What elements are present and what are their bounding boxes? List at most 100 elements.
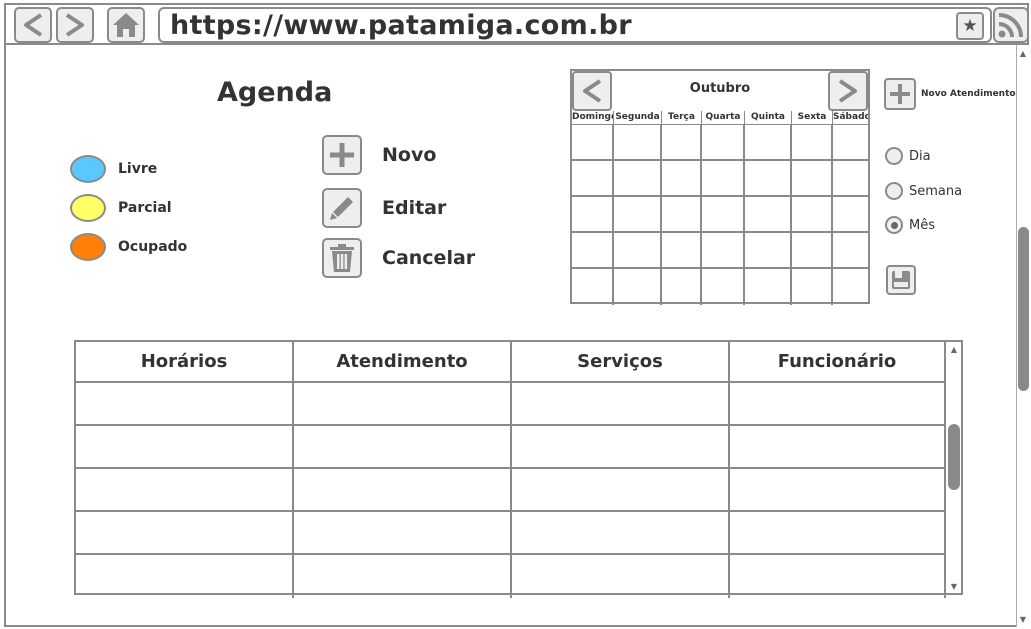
calendar-day-cell[interactable] [662, 161, 702, 195]
table-cell[interactable] [76, 383, 294, 424]
calendar-day-cell[interactable] [792, 197, 833, 231]
calendar-day-cell[interactable] [572, 161, 614, 195]
calendar-day-cell[interactable] [662, 197, 702, 231]
table-cell[interactable] [512, 426, 730, 467]
plus-icon[interactable] [322, 135, 362, 175]
table-row[interactable] [76, 426, 946, 469]
new-appointment-button[interactable]: Novo Atendimento [884, 78, 1016, 110]
plus-icon[interactable] [884, 78, 916, 110]
trash-icon[interactable] [322, 238, 362, 278]
table-row[interactable] [76, 469, 946, 512]
edit-button[interactable]: Editar [322, 188, 446, 228]
table-cell[interactable] [512, 383, 730, 424]
calendar-day-cell[interactable] [614, 161, 662, 195]
calendar-day-cell[interactable] [614, 269, 662, 305]
calendar-day-cell[interactable] [614, 197, 662, 231]
table-cell[interactable] [730, 383, 946, 424]
new-label[interactable]: Novo [382, 144, 436, 166]
calendar-day-cell[interactable] [833, 233, 868, 267]
table-cell[interactable] [730, 469, 946, 510]
page-scrollbar[interactable]: ▲ ▼ [1016, 45, 1029, 627]
address-bar[interactable]: https://www.patamiga.com.br ★ [158, 7, 992, 43]
calendar-day-cell[interactable] [702, 125, 745, 159]
table-cell[interactable] [76, 555, 294, 598]
calendar-day-cell[interactable] [702, 233, 745, 267]
table-cell[interactable] [294, 426, 512, 467]
new-button[interactable]: Novo [322, 135, 436, 175]
table-scrollbar-thumb[interactable] [948, 424, 960, 490]
table-scrollbar[interactable]: ▲ ▼ [947, 342, 961, 593]
page-scrollbar-thumb[interactable] [1018, 227, 1029, 391]
calendar-day-cell[interactable] [833, 125, 868, 159]
table-cell[interactable] [730, 512, 946, 553]
calendar-day-cell[interactable] [745, 125, 792, 159]
column-header[interactable]: Horários [76, 342, 294, 381]
table-cell[interactable] [294, 555, 512, 598]
cancel-button[interactable]: Cancelar [322, 238, 475, 278]
table-cell[interactable] [512, 469, 730, 510]
scroll-up-icon[interactable]: ▲ [948, 343, 960, 355]
rss-button[interactable] [993, 7, 1029, 43]
table-cell[interactable] [294, 383, 512, 424]
radio-label[interactable]: Semana [909, 184, 962, 199]
table-cell[interactable] [512, 555, 730, 598]
column-header[interactable]: Serviços [512, 342, 730, 381]
calendar-day-cell[interactable] [745, 233, 792, 267]
calendar-day-cell[interactable] [792, 161, 833, 195]
calendar-day-cell[interactable] [745, 161, 792, 195]
view-option-mes[interactable]: Mês [885, 215, 935, 235]
table-cell[interactable] [76, 426, 294, 467]
scroll-up-icon[interactable]: ▲ [1017, 47, 1029, 59]
scroll-down-icon[interactable]: ▼ [1017, 613, 1029, 625]
calendar-day-cell[interactable] [833, 197, 868, 231]
table-row[interactable] [76, 383, 946, 426]
table-cell[interactable] [730, 426, 946, 467]
table-cell[interactable] [76, 469, 294, 510]
calendar-day-cell[interactable] [662, 269, 702, 305]
calendar-day-cell[interactable] [662, 125, 702, 159]
view-option-dia[interactable]: Dia [885, 146, 931, 166]
calendar-day-cell[interactable] [614, 233, 662, 267]
calendar-day-cell[interactable] [662, 233, 702, 267]
calendar-day-cell[interactable] [745, 197, 792, 231]
bookmark-button[interactable]: ★ [956, 12, 984, 40]
calendar-day-cell[interactable] [572, 269, 614, 305]
column-header[interactable]: Atendimento [294, 342, 512, 381]
calendar-day-cell[interactable] [745, 269, 792, 305]
home-button[interactable] [107, 7, 145, 43]
calendar-day-cell[interactable] [614, 125, 662, 159]
column-header[interactable]: Funcionário [730, 342, 946, 381]
calendar-day-cell[interactable] [702, 269, 745, 305]
table-row[interactable] [76, 512, 946, 555]
table-cell[interactable] [512, 512, 730, 553]
calendar-day-cell[interactable] [572, 197, 614, 231]
calendar-day-cell[interactable] [833, 269, 868, 305]
prev-month-button[interactable] [572, 71, 612, 111]
table-cell[interactable] [76, 512, 294, 553]
back-button[interactable] [14, 7, 52, 43]
radio-label[interactable]: Dia [909, 149, 931, 164]
view-option-semana[interactable]: Semana [885, 181, 962, 201]
calendar-day-cell[interactable] [833, 161, 868, 195]
table-row[interactable] [76, 555, 946, 598]
calendar-day-cell[interactable] [792, 269, 833, 305]
calendar-day-cell[interactable] [702, 161, 745, 195]
radio-label[interactable]: Mês [909, 218, 935, 233]
scroll-down-icon[interactable]: ▼ [948, 580, 960, 592]
new-appointment-label[interactable]: Novo Atendimento [921, 89, 1016, 99]
table-cell[interactable] [730, 555, 946, 598]
radio-button[interactable] [885, 147, 903, 165]
table-cell[interactable] [294, 512, 512, 553]
calendar-day-cell[interactable] [702, 197, 745, 231]
calendar-day-cell[interactable] [572, 125, 614, 159]
radio-button[interactable] [885, 182, 903, 200]
next-month-button[interactable] [828, 71, 868, 111]
calendar-day-cell[interactable] [792, 233, 833, 267]
radio-button-selected[interactable] [885, 216, 903, 234]
edit-label[interactable]: Editar [382, 197, 446, 219]
table-cell[interactable] [294, 469, 512, 510]
calendar-day-cell[interactable] [792, 125, 833, 159]
pencil-icon[interactable] [322, 188, 362, 228]
forward-button[interactable] [56, 7, 94, 43]
calendar-day-cell[interactable] [572, 233, 614, 267]
